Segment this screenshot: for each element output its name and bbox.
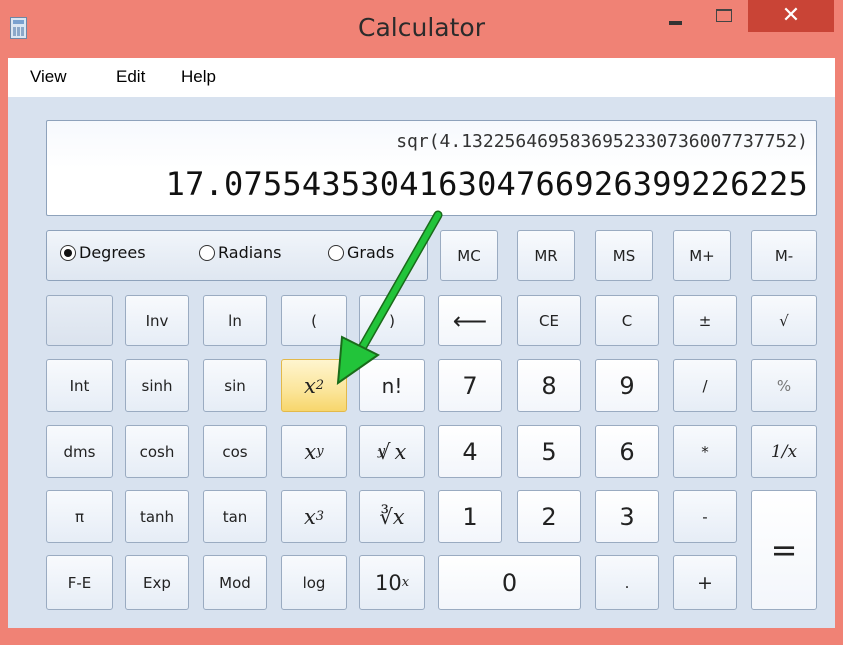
backspace-icon: ⟵ (452, 306, 488, 335)
maximize-icon (716, 9, 732, 22)
five-button[interactable]: 5 (517, 425, 581, 478)
ten-pow-base: 10 (374, 570, 402, 595)
inv-button[interactable]: Inv (125, 295, 189, 346)
x-pow-y-base: x (304, 439, 317, 464)
minimize-icon (669, 21, 682, 25)
x-squared-exp: 2 (315, 378, 325, 393)
nine-button[interactable]: 9 (595, 359, 659, 412)
x-cubed-button[interactable]: x3 (281, 490, 347, 543)
x-cubed-exp: 3 (315, 509, 325, 524)
divide-button[interactable]: / (673, 359, 737, 412)
m-minus-button[interactable]: M- (751, 230, 817, 281)
ms-button[interactable]: MS (595, 230, 653, 281)
expression-readout: sqr(4.1322564695836952330736007737752) (396, 131, 808, 152)
radio-radians[interactable]: Radians (199, 243, 281, 262)
one-button[interactable]: 1 (438, 490, 502, 543)
exp-button[interactable]: Exp (125, 555, 189, 610)
ce-button[interactable]: CE (517, 295, 581, 346)
plus-button[interactable]: + (673, 555, 737, 610)
two-button[interactable]: 2 (517, 490, 581, 543)
blank-button (46, 295, 113, 346)
decimal-button[interactable]: . (595, 555, 659, 610)
m-plus-button[interactable]: M+ (673, 230, 731, 281)
ten-pow-exp: x (401, 575, 410, 590)
eight-button[interactable]: 8 (517, 359, 581, 412)
plus-minus-button[interactable]: ± (673, 295, 737, 346)
x-squared-base: x (303, 373, 316, 398)
equals-button[interactable]: = (751, 490, 817, 610)
radio-selected-icon (60, 245, 76, 261)
tanh-button[interactable]: tanh (125, 490, 189, 543)
calculator-window: Calculator ✕ View Edit Help sqr(4.132256… (0, 0, 843, 645)
ten-pow-x-button[interactable]: 10 x (359, 555, 425, 610)
display-panel: sqr(4.1322564695836952330736007737752) 1… (46, 120, 817, 216)
sqrt-button[interactable]: √ (751, 295, 817, 346)
int-button[interactable]: Int (46, 359, 113, 412)
y-root-symbol: √ (377, 439, 391, 464)
maximize-button[interactable] (702, 0, 748, 35)
x-pow-y-exp: y (316, 444, 324, 459)
log-button[interactable]: log (281, 555, 347, 610)
four-button[interactable]: 4 (438, 425, 502, 478)
radio-degrees-label: Degrees (79, 243, 146, 262)
menu-help[interactable]: Help (181, 67, 216, 87)
six-button[interactable]: 6 (595, 425, 659, 478)
cube-root-button[interactable]: ∛x (359, 490, 425, 543)
x-pow-y-button[interactable]: xy (281, 425, 347, 478)
mr-button[interactable]: MR (517, 230, 575, 281)
three-button[interactable]: 3 (595, 490, 659, 543)
fe-button[interactable]: F-E (46, 555, 113, 610)
menu-bar: View Edit Help (8, 58, 835, 97)
mod-button[interactable]: Mod (203, 555, 267, 610)
annotation-arrow-icon (336, 210, 443, 386)
tan-button[interactable]: tan (203, 490, 267, 543)
minus-button[interactable]: - (673, 490, 737, 543)
c-button[interactable]: C (595, 295, 659, 346)
dms-button[interactable]: dms (46, 425, 113, 478)
sin-button[interactable]: sin (203, 359, 267, 412)
close-button[interactable]: ✕ (748, 0, 834, 32)
cosh-button[interactable]: cosh (125, 425, 189, 478)
sinh-button[interactable]: sinh (125, 359, 189, 412)
zero-button[interactable]: 0 (438, 555, 581, 610)
title-bar[interactable]: Calculator ✕ (0, 0, 843, 58)
result-readout: 17.075543530416304766926399226225 (165, 165, 808, 203)
percent-button[interactable]: % (751, 359, 817, 412)
menu-view[interactable]: View (30, 67, 67, 87)
minimize-button[interactable] (652, 0, 702, 35)
radio-degrees[interactable]: Degrees (60, 243, 146, 262)
cos-button[interactable]: cos (203, 425, 267, 478)
ln-button[interactable]: ln (203, 295, 267, 346)
y-root-button[interactable]: y √ x (359, 425, 425, 478)
y-root-x: x (394, 439, 407, 464)
radio-unselected-icon (199, 245, 215, 261)
reciprocal-button[interactable]: 1/x (751, 425, 817, 478)
x-cubed-base: x (303, 504, 316, 529)
pi-button[interactable]: π (46, 490, 113, 543)
multiply-button[interactable]: * (673, 425, 737, 478)
menu-edit[interactable]: Edit (116, 67, 145, 87)
radio-radians-label: Radians (218, 243, 282, 262)
